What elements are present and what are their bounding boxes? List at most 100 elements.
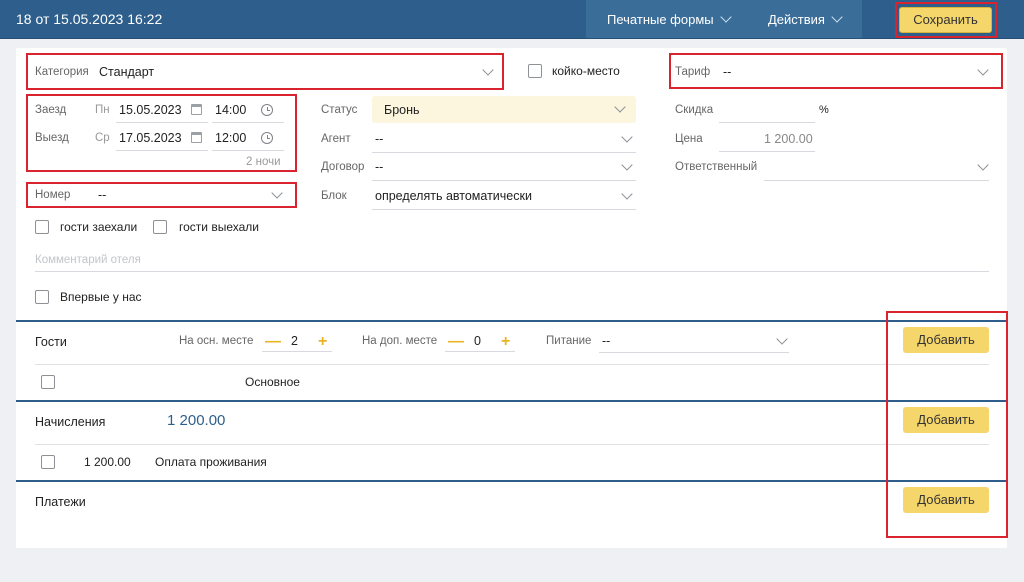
contract-label: Договор bbox=[321, 161, 365, 173]
divider bbox=[116, 122, 208, 123]
divider bbox=[35, 271, 989, 272]
divider bbox=[372, 209, 636, 210]
chevron-down-icon bbox=[482, 64, 494, 76]
nights-count: 2 ночи bbox=[246, 156, 281, 168]
print-forms-menu[interactable]: Печатные формы bbox=[607, 11, 732, 27]
checkout-label: Выезд bbox=[35, 132, 69, 144]
main-place-plus-button[interactable]: + bbox=[318, 334, 327, 350]
main-place-label: На осн. месте bbox=[179, 335, 254, 347]
guests-main-column: Основное bbox=[245, 375, 300, 389]
calendar-icon[interactable] bbox=[191, 132, 202, 143]
chevron-down-icon bbox=[977, 64, 989, 76]
divider bbox=[212, 122, 284, 123]
category-label: Категория bbox=[35, 66, 89, 78]
tariff-label: Тариф bbox=[675, 66, 711, 78]
extra-place-count[interactable]: 0 bbox=[474, 334, 481, 348]
status-select[interactable]: Бронь bbox=[372, 96, 636, 123]
charges-total: 1 200.00 bbox=[167, 412, 226, 429]
chevron-down-icon bbox=[621, 188, 633, 200]
highlight-category bbox=[26, 53, 504, 90]
actions-label: Действия bbox=[768, 12, 825, 27]
chevron-down-icon bbox=[776, 333, 788, 345]
extra-place-minus-button[interactable]: — bbox=[448, 334, 464, 350]
chevron-down-icon bbox=[831, 11, 843, 23]
meal-label: Питание bbox=[546, 335, 592, 347]
extra-place-plus-button[interactable]: + bbox=[501, 334, 510, 350]
checkout-weekday: Ср bbox=[95, 132, 110, 144]
checkin-time[interactable]: 14:00 bbox=[215, 103, 246, 117]
block-label: Блок bbox=[321, 190, 347, 202]
charges-title: Начисления bbox=[35, 415, 106, 429]
charge-row-checkbox[interactable] bbox=[41, 455, 55, 469]
guests-select-all-checkbox[interactable] bbox=[41, 375, 55, 389]
bed-place-label: койко-место bbox=[552, 64, 620, 78]
discount-label: Скидка bbox=[675, 104, 714, 116]
chevron-down-icon bbox=[614, 101, 626, 113]
checkin-weekday: Пн bbox=[95, 104, 110, 116]
discount-unit: % bbox=[819, 104, 829, 116]
divider bbox=[764, 180, 989, 181]
divider bbox=[35, 444, 989, 445]
checkin-date[interactable]: 15.05.2023 bbox=[119, 103, 182, 117]
chevron-down-icon bbox=[719, 11, 732, 23]
divider bbox=[212, 150, 284, 151]
checkin-label: Заезд bbox=[35, 104, 67, 116]
responsible-label: Ответственный bbox=[675, 161, 758, 173]
section-divider bbox=[16, 400, 1007, 402]
add-guest-button[interactable]: Добавить bbox=[903, 327, 989, 353]
chevron-down-icon bbox=[621, 159, 633, 171]
guests-title: Гости bbox=[35, 335, 67, 349]
guests-checked-out-checkbox[interactable] bbox=[153, 220, 167, 234]
price-value[interactable]: 1 200.00 bbox=[764, 132, 813, 146]
room-value: -- bbox=[98, 188, 107, 202]
highlight-tariff bbox=[669, 53, 1003, 89]
actions-menu[interactable]: Действия bbox=[768, 11, 843, 27]
chevron-down-icon bbox=[271, 187, 283, 199]
contract-value: -- bbox=[375, 160, 384, 174]
add-charge-button[interactable]: Добавить bbox=[903, 407, 989, 433]
divider bbox=[599, 352, 789, 353]
chevron-down-icon bbox=[621, 131, 633, 143]
clock-icon[interactable] bbox=[261, 104, 273, 116]
save-button[interactable]: Сохранить bbox=[899, 7, 992, 33]
divider bbox=[262, 351, 332, 352]
booking-card: Категория Стандарт койко-место Тариф -- … bbox=[16, 48, 1008, 548]
calendar-icon[interactable] bbox=[191, 104, 202, 115]
meal-value: -- bbox=[602, 334, 611, 348]
checkout-time[interactable]: 12:00 bbox=[215, 131, 246, 145]
section-divider bbox=[16, 480, 1007, 482]
booking-title: 18 от 15.05.2023 16:22 bbox=[16, 11, 163, 27]
discount-input[interactable] bbox=[719, 122, 815, 123]
extra-place-label: На доп. месте bbox=[362, 335, 438, 347]
hotel-comment-input[interactable]: Комментарий отеля bbox=[35, 254, 141, 266]
first-time-checkbox[interactable] bbox=[35, 290, 49, 304]
guests-checked-in-checkbox[interactable] bbox=[35, 220, 49, 234]
divider bbox=[445, 351, 515, 352]
header-menu: Печатные формы Действия bbox=[586, 0, 862, 38]
main-place-count[interactable]: 2 bbox=[291, 334, 298, 348]
payments-title: Платежи bbox=[35, 495, 86, 509]
section-divider bbox=[16, 320, 1007, 322]
status-value: Бронь bbox=[384, 103, 420, 117]
tariff-value: -- bbox=[723, 65, 732, 79]
category-value: Стандарт bbox=[99, 65, 155, 79]
top-bar: 18 от 15.05.2023 16:22 Печатные формы Де… bbox=[0, 0, 1024, 39]
add-payment-button[interactable]: Добавить bbox=[903, 487, 989, 513]
main-place-minus-button[interactable]: — bbox=[265, 334, 281, 350]
print-forms-label: Печатные формы bbox=[607, 12, 714, 27]
divider bbox=[719, 151, 815, 152]
block-value: определять автоматически bbox=[375, 189, 532, 203]
charge-amount: 1 200.00 bbox=[84, 455, 131, 469]
room-label: Номер bbox=[35, 189, 71, 201]
checkout-date[interactable]: 17.05.2023 bbox=[119, 131, 182, 145]
divider bbox=[35, 364, 989, 365]
status-label: Статус bbox=[321, 104, 358, 116]
divider bbox=[372, 180, 636, 181]
chevron-down-icon bbox=[977, 159, 989, 171]
guests-checked-out-label: гости выехали bbox=[179, 220, 259, 234]
clock-icon[interactable] bbox=[261, 132, 273, 144]
bed-place-checkbox[interactable] bbox=[528, 64, 542, 78]
agent-label: Агент bbox=[321, 133, 351, 145]
divider bbox=[372, 152, 636, 153]
divider bbox=[116, 150, 208, 151]
